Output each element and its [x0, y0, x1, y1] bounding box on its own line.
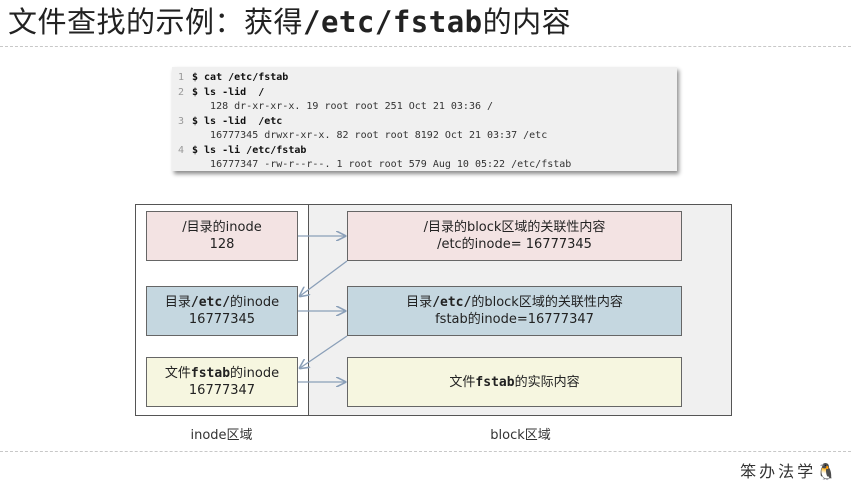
arrow-root-block-to-etc-inode: [300, 260, 348, 296]
block-region-caption: block区域: [490, 428, 551, 443]
arrow-etc-block-to-fstab-inode: [300, 335, 348, 368]
arrows: [0, 0, 348, 484]
bottom-divider: [0, 451, 851, 452]
inode-region-caption: inode区域: [190, 428, 253, 443]
footer-logo-text: 笨办法学🐧: [740, 462, 839, 481]
